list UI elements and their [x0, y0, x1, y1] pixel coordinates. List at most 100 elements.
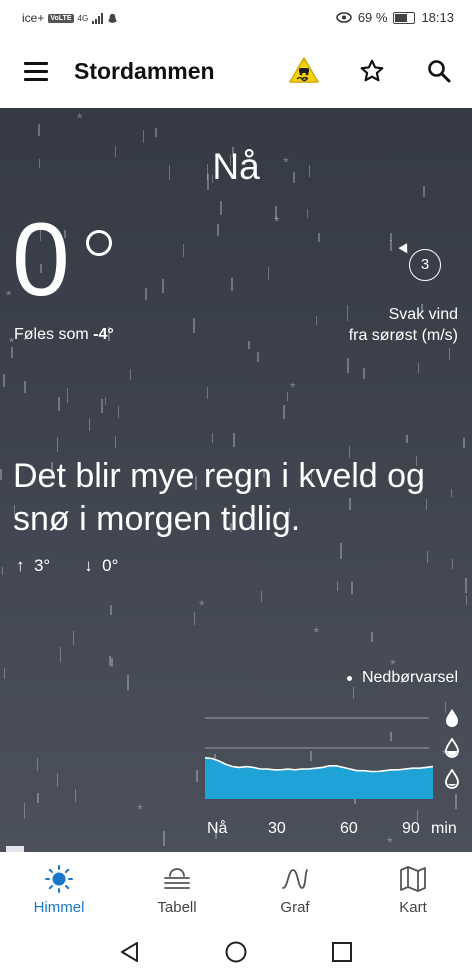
degree-symbol — [86, 230, 112, 256]
high-temp: ↑ 3° — [16, 556, 50, 576]
raindrop — [248, 341, 250, 350]
raindrop — [155, 128, 157, 137]
volte-badge: VoLTE — [48, 13, 74, 23]
recents-icon[interactable] — [331, 941, 353, 963]
tab-tabell[interactable]: Tabell — [118, 852, 236, 922]
network-type: 4G — [77, 13, 89, 23]
snapchat-notification-icon — [107, 13, 118, 23]
raindrop — [109, 655, 111, 666]
search-icon[interactable] — [427, 59, 451, 83]
raindrop — [110, 605, 112, 615]
battery-percent: 69 % — [357, 10, 388, 25]
temperature-value: 0 — [12, 202, 70, 318]
raindrop — [451, 558, 454, 570]
raindrop — [114, 435, 117, 449]
tab-kart[interactable]: Kart — [354, 852, 472, 922]
wind-description: Svak vind fra sørøst (m/s) — [349, 304, 458, 346]
home-icon[interactable] — [224, 940, 248, 964]
raindrop — [37, 793, 39, 804]
raindrop — [56, 773, 59, 787]
raindrop — [88, 418, 91, 431]
raindrop — [56, 436, 59, 453]
raindrop — [182, 244, 185, 258]
raindrop — [193, 611, 196, 626]
raindrop — [363, 368, 365, 380]
raindrop — [0, 468, 2, 481]
star-icon[interactable] — [359, 58, 385, 84]
map-icon — [400, 866, 426, 892]
raindrop — [351, 581, 353, 595]
wind-label-line2: fra sørøst (m/s) — [348, 327, 458, 344]
raindrop — [211, 433, 214, 444]
raindrop — [3, 667, 6, 680]
clock: 18:13 — [421, 10, 454, 25]
arrow-down-icon: ↓ — [84, 556, 93, 575]
raindrop — [142, 129, 145, 143]
tab-himmel[interactable]: Himmel — [0, 852, 118, 922]
raindrop — [336, 580, 339, 592]
raindrop — [38, 123, 40, 136]
high-low: ↑ 3° ↓ 0° — [16, 556, 118, 576]
tab-tabell-label: Tabell — [157, 899, 197, 916]
eye-comfort-icon — [336, 12, 352, 23]
raindrop — [465, 595, 468, 605]
raindrop — [406, 434, 408, 444]
slippery-road-warning-icon[interactable] — [288, 56, 320, 84]
precipitation-label: Nedbørvarsel — [361, 669, 458, 686]
x-tick-now: Nå — [207, 820, 228, 837]
raindrop — [340, 543, 342, 560]
snowflake: * — [273, 212, 280, 229]
high-temp-value: 3° — [33, 556, 51, 575]
tab-kart-label: Kart — [399, 899, 427, 916]
low-temp-value: 0° — [102, 556, 119, 575]
menu-icon[interactable] — [24, 62, 48, 82]
raindrop — [72, 631, 75, 645]
raindrop — [193, 318, 195, 333]
raindrop — [127, 675, 129, 691]
raindrop — [101, 399, 103, 413]
raindrop — [426, 551, 429, 563]
status-left: ice+ VoLTE 4G — [22, 11, 118, 25]
snowflake: * — [137, 800, 143, 817]
raindrop — [448, 348, 451, 360]
table-icon — [164, 868, 190, 889]
app-bar: Stordammen — [0, 38, 472, 108]
wind-speed: 3 — [409, 249, 441, 281]
raindrop — [463, 437, 465, 448]
location-title: Stordammen — [74, 58, 215, 84]
raindrop — [3, 374, 5, 387]
status-right: 69 % 18:13 — [336, 10, 454, 25]
raindrop — [347, 357, 349, 374]
system-navigation-bar — [0, 922, 472, 979]
raindrop — [117, 405, 120, 418]
raindrop — [58, 396, 60, 412]
precipitation-chart[interactable] — [205, 708, 435, 816]
raindrop — [145, 287, 147, 300]
raindrop — [59, 647, 62, 662]
raindrop — [129, 368, 132, 380]
raindrop — [371, 631, 373, 642]
precipitation-forecast-toggle[interactable]: Nedbørvarsel — [346, 669, 458, 687]
bottom-navigation: Himmel Tabell Graf Kart — [0, 852, 472, 922]
raindrop — [417, 362, 419, 373]
carrier-label: ice+ — [22, 11, 45, 25]
feels-like-label: Føles som — [14, 326, 94, 343]
chart-x-axis: Nå 30 60 90 min — [205, 820, 463, 840]
signal-icon — [92, 12, 104, 24]
feels-like: Føles som -4° — [14, 326, 114, 344]
raindrop — [111, 657, 113, 667]
snowflake: * — [313, 624, 319, 641]
raindrop — [315, 315, 318, 326]
snowflake: * — [6, 287, 12, 304]
raindrop — [74, 788, 77, 802]
raindrop — [217, 223, 219, 236]
precipitation-area — [205, 757, 433, 799]
tab-graf[interactable]: Graf — [236, 852, 354, 922]
raindrop — [206, 387, 209, 400]
battery-icon — [393, 11, 416, 24]
x-tick-90: 90 — [402, 820, 420, 837]
raindrop — [220, 200, 222, 215]
sun-icon — [45, 865, 73, 893]
arrow-up-icon: ↑ — [16, 556, 25, 575]
back-icon[interactable] — [118, 940, 142, 964]
